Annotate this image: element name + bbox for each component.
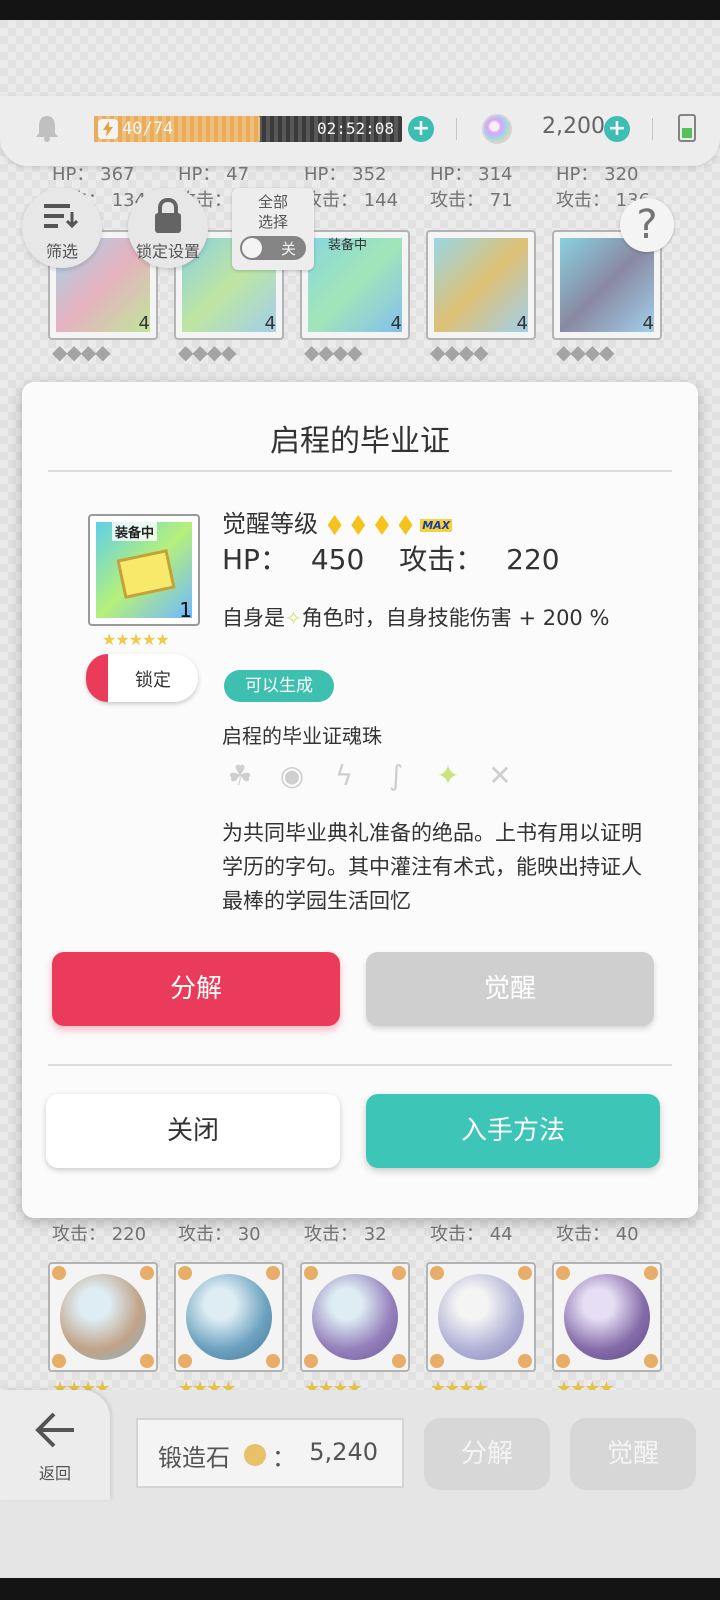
item-detail-dialog: 启程的毕业证 装备中 1 ★★★★★ 锁定 觉醒等级 MAX HP： 450 攻… — [22, 382, 698, 1218]
element-row: ☘ ◉ ϟ ∫ ✦ ✕ — [222, 758, 542, 794]
item-stats: HP： 450 攻击： 220 — [222, 538, 560, 578]
rarity-stars: ★★★★★ — [102, 630, 170, 649]
awaken-gem-icon — [351, 515, 366, 535]
wind-icon: ∫ — [388, 759, 404, 792]
awaken-gem-icon — [327, 515, 342, 535]
triple-drop-icon: ☘ — [227, 759, 253, 792]
hp-value: 450 — [310, 543, 365, 576]
awaken-label: 觉醒等级 — [222, 510, 318, 538]
awaken-level: 觉醒等级 MAX — [222, 504, 453, 539]
craftable-tag: 可以生成 — [224, 670, 334, 702]
skill-suffix: 角色时，自身技能伤害 + 200 % — [301, 606, 610, 630]
acquire-method-button[interactable]: 入手方法 — [366, 1094, 660, 1168]
lock-label: 锁定 — [135, 670, 171, 691]
divider — [48, 470, 672, 472]
dialog-title: 启程的毕业证 — [270, 424, 450, 459]
atk-value: 220 — [506, 543, 560, 576]
circle-icon: ◉ — [279, 759, 305, 792]
awaken-gem-icon — [398, 515, 413, 535]
item-count: 1 — [179, 598, 192, 622]
lightning-icon: ϟ — [334, 759, 354, 792]
divider — [48, 1064, 672, 1066]
max-badge: MAX — [420, 518, 453, 532]
item-description: 为共同毕业典礼准备的绝品。上书有用以证明学历的字句。其中灌注有术式，能映出持证人… — [222, 821, 642, 913]
soul-orb-title: 启程的毕业证魂珠 — [222, 724, 382, 748]
star4-icon: ✦ — [436, 759, 460, 792]
equipped-badge: 装备中 — [112, 522, 158, 541]
awaken-gem-icon — [374, 515, 389, 535]
cross-icon: ✕ — [488, 759, 512, 792]
awaken-button[interactable]: 觉醒 — [366, 952, 654, 1026]
decompose-button[interactable]: 分解 — [52, 952, 340, 1026]
item-thumbnail: 装备中 1 — [88, 514, 200, 626]
lock-toggle-button[interactable]: 锁定 — [86, 654, 198, 702]
skill-prefix: 自身是 — [222, 606, 285, 630]
star-element-icon: ✧ — [285, 606, 302, 630]
close-button[interactable]: 关闭 — [46, 1094, 340, 1168]
hp-label: HP： — [222, 543, 288, 576]
skill-effect: 自身是✧角色时，自身技能伤害 + 200 % — [222, 602, 609, 632]
atk-label: 攻击： — [399, 543, 484, 576]
lock-indicator — [86, 654, 108, 702]
